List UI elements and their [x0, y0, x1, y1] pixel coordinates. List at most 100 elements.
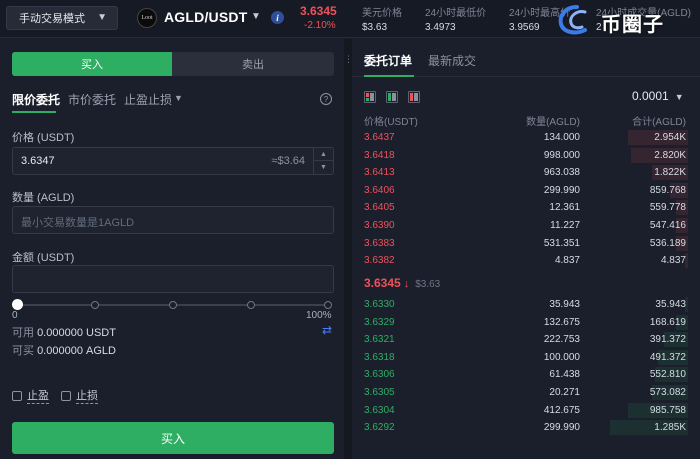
orderbook-row[interactable]: 3.6306 61.438 552.810 [352, 366, 700, 383]
amount-input[interactable]: 最小交易数量是1AGLD [12, 206, 334, 234]
orderbook-row[interactable]: 3.6304 412.675 985.758 [352, 402, 700, 419]
submit-buy-button[interactable]: 买入 [12, 422, 334, 454]
price-label: 价格 (USDT) [12, 132, 75, 144]
mid-price: 3.6345 ↓ $3.63 [364, 276, 440, 290]
amount-slider[interactable] [12, 299, 332, 310]
stat-label: 美元价格 [362, 8, 402, 19]
col-amount-header: 数量(AGLD) [526, 117, 580, 128]
slider-thumb[interactable] [12, 299, 23, 310]
orderbook-row[interactable]: 3.6329 132.675 168.619 [352, 314, 700, 331]
orderbook-row[interactable]: 3.6406 299.990 859.768 [352, 182, 700, 199]
mid-price-fiat: $3.63 [415, 279, 441, 290]
available-label: 可用 [12, 327, 34, 339]
transfer-arrows-icon[interactable]: ⇄ [322, 323, 332, 337]
info-icon[interactable]: i [271, 11, 284, 24]
row-total: 859.768 [649, 184, 686, 196]
slider-max-label: 100% [306, 310, 332, 321]
layout-bids-icon[interactable] [386, 91, 398, 103]
row-amount: 963.038 [543, 167, 580, 179]
coin-logo: Loot [137, 8, 157, 28]
row-amount: 299.990 [543, 184, 580, 196]
orderbook-row[interactable]: 3.6418 998.000 2.820K [352, 147, 700, 164]
watermark-swirl-icon [558, 5, 587, 35]
total-input[interactable] [12, 265, 334, 293]
take-profit-label: 止盈 [27, 387, 49, 404]
orderbook-row[interactable]: 3.6292 299.990 1.285K [352, 419, 700, 436]
row-total: 35.943 [655, 299, 686, 310]
tab-market-order[interactable]: 市价委托 [68, 91, 116, 108]
slider-step-75[interactable] [247, 301, 255, 309]
stat-24h-low: 24小时最低价 3.4973 [425, 4, 486, 33]
stepper-down-icon[interactable]: ▼ [314, 161, 333, 174]
chevron-down-icon[interactable]: ▼ [251, 11, 261, 22]
stat-label: 24小时最低价 [425, 8, 487, 19]
orderbook-row[interactable]: 3.6305 20.271 573.082 [352, 384, 700, 401]
orderbook-row[interactable]: 3.6390 11.227 547.416 [352, 217, 700, 234]
amount-label: 数量 (AGLD) [12, 192, 75, 204]
row-total: 1.285K [654, 422, 686, 434]
arrow-down-icon: ↓ [403, 278, 410, 290]
orderbook-row[interactable]: 3.6321 222.753 391.372 [352, 331, 700, 348]
layout-both-icon[interactable] [364, 91, 376, 103]
tab-stop-order[interactable]: 止盈止损 [124, 91, 172, 108]
price-stepper: ▲ ▼ [313, 148, 333, 174]
orderbook-row[interactable]: 3.6437 134.000 2.954K [352, 129, 700, 146]
tab-limit-order[interactable]: 限价委托 [12, 91, 60, 108]
orderbook-row[interactable]: 3.6382 4.837 4.837 [352, 252, 700, 269]
drag-handle-icon[interactable]: ⋮ [344, 55, 353, 64]
slider-min-label: 0 [12, 310, 18, 321]
trade-mode-label: 手动交易模式 [19, 13, 85, 25]
row-total: 573.082 [649, 387, 686, 398]
row-total: 2.954K [654, 132, 686, 143]
top-bar: 手动交易模式 ▼ Loot AGLD/USDT ▼ i 3.6345 -2.10… [0, 0, 700, 38]
stop-loss-checkbox[interactable]: 止损 [61, 387, 98, 404]
tab-buy[interactable]: 买入 [12, 52, 172, 76]
panel-divider[interactable]: ⋮ [344, 39, 353, 459]
trade-mode-dropdown[interactable]: 手动交易模式 ▼ [6, 6, 118, 30]
row-price: 3.6306 [364, 369, 395, 381]
price-input[interactable]: 3.6347 ≈$3.64 ▲ ▼ [12, 147, 334, 175]
buyable-value: 0.000000 AGLD [37, 345, 116, 357]
checkbox-box[interactable] [12, 390, 22, 401]
row-price: 3.6382 [364, 255, 395, 267]
stat-value: 3.4973 [425, 22, 456, 33]
orderbook-tabs: 委托订单 最新成交 [352, 39, 700, 77]
orderbook-row[interactable]: 3.6405 12.361 559.778 [352, 199, 700, 216]
orderbook-row[interactable]: 3.6330 35.943 35.943 [352, 296, 700, 313]
stepper-up-icon[interactable]: ▲ [314, 148, 333, 161]
row-price: 3.6329 [364, 316, 395, 328]
slider-step-25[interactable] [91, 301, 99, 309]
slider-step-50[interactable] [169, 301, 177, 309]
mid-price-value: 3.6345 [364, 276, 401, 290]
question-circle-icon[interactable]: ? [320, 93, 332, 105]
row-amount: 11.227 [550, 220, 580, 231]
take-profit-checkbox[interactable]: 止盈 [12, 387, 49, 404]
order-form-panel: 买入 卖出 限价委托 市价委托 止盈止损 ▼ ? 价格 (USDT) 3.634… [0, 39, 344, 459]
buyable-label: 可买 [12, 345, 34, 357]
tab-recent-trades[interactable]: 最新成交 [428, 52, 476, 69]
total-label: 金额 (USDT) [12, 252, 75, 264]
order-type-tabs: 限价委托 市价委托 止盈止损 ▼ [12, 91, 334, 113]
col-price-header: 价格(USDT) [364, 117, 418, 128]
tab-orderbook[interactable]: 委托订单 [364, 52, 412, 69]
pair-selector[interactable]: AGLD/USDT [164, 9, 247, 25]
chevron-down-icon[interactable]: ▼ [174, 93, 183, 103]
orderbook-header: 价格(USDT) 数量(AGLD) 合计(AGLD) [352, 113, 700, 128]
active-tab-indicator [364, 75, 414, 77]
checkbox-box[interactable] [61, 390, 71, 401]
layout-asks-icon[interactable] [408, 91, 420, 103]
orderbook-row[interactable]: 3.6318 100.000 491.372 [352, 349, 700, 366]
row-amount: 222.753 [543, 334, 580, 346]
orderbook-row[interactable]: 3.6383 531.351 536.189 [352, 235, 700, 252]
layout-ask-mark [410, 93, 413, 101]
tab-sell[interactable]: 卖出 [172, 52, 334, 76]
row-amount: 299.990 [543, 422, 580, 434]
row-total: 168.619 [649, 316, 686, 328]
row-total: 491.372 [649, 351, 686, 363]
row-amount: 4.837 [554, 255, 580, 267]
stop-loss-label: 止损 [76, 387, 98, 404]
slider-step-100[interactable] [324, 301, 332, 309]
precision-dropdown[interactable]: 0.0001 ▼ [632, 89, 684, 103]
available-balance: 可用 0.000000 USDT [12, 324, 116, 340]
orderbook-row[interactable]: 3.6413 963.038 1.822K [352, 164, 700, 181]
